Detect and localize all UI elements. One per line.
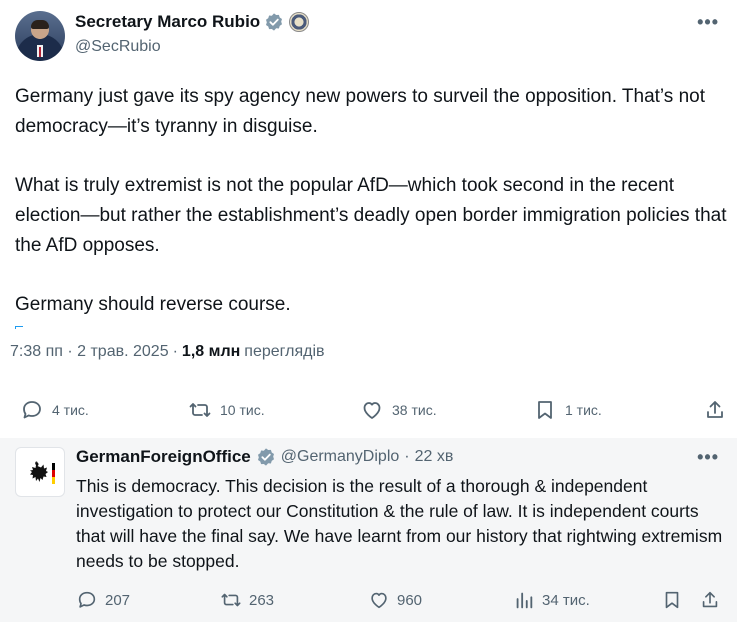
tweet-paragraph: Germany just gave its spy agency new pow… (15, 86, 705, 137)
share-button[interactable] (699, 589, 721, 611)
bookmark-button[interactable] (661, 589, 683, 611)
bookmark-button[interactable]: 1 тис. (533, 398, 602, 422)
more-icon[interactable]: ••• (697, 447, 719, 468)
share-button[interactable] (703, 398, 727, 422)
reply-icon (78, 591, 96, 608)
views-button[interactable]: 34 тис. (513, 589, 590, 611)
like-icon (371, 592, 387, 609)
like-count: 38 тис. (392, 402, 437, 418)
author-handle[interactable]: @SecRubio (75, 38, 161, 56)
avatar-tie (39, 47, 41, 57)
views-label: переглядів (244, 343, 325, 360)
views-count: 34 тис. (542, 591, 590, 609)
share-icon (702, 591, 718, 608)
author-name-row: Secretary Marco Rubio (75, 12, 310, 32)
author-display-name[interactable]: Secretary Marco Rubio (75, 12, 260, 32)
repost-count: 10 тис. (220, 402, 265, 418)
tweet-paragraph: What is truly extremist is not the popul… (15, 175, 727, 256)
reply-display-name[interactable]: GermanForeignOffice (76, 447, 251, 467)
repost-icon (221, 593, 241, 607)
reply-text: This is democracy. This decision is the … (76, 476, 723, 571)
reply-author-row: GermanForeignOffice @GermanyDiplo · 22 х… (76, 447, 453, 467)
reply-time[interactable]: 22 хв (415, 448, 454, 466)
repost-button[interactable]: 263 (220, 589, 274, 611)
reply-count: 207 (105, 591, 131, 609)
reply-button[interactable]: 4 тис. (20, 398, 89, 422)
reply-icon (23, 401, 41, 419)
reply-separator: · (404, 448, 410, 465)
more-icon[interactable]: ••• (697, 12, 719, 33)
avatar[interactable] (15, 11, 65, 61)
like-button[interactable]: 960 (368, 589, 422, 611)
avatar-hair (31, 20, 49, 29)
repost-icon (189, 403, 211, 417)
reply-avatar[interactable] (15, 447, 65, 497)
views-count: 1,8 млн (181, 343, 241, 360)
bookmark-icon (665, 591, 679, 609)
like-icon (363, 402, 381, 419)
eagle-icon (30, 461, 55, 484)
repost-button[interactable]: 10 тис. (188, 398, 265, 422)
tweet-timestamp[interactable]: 7:38 пп · 2 трав. 2025 (10, 343, 169, 361)
meta-separator: · (172, 343, 178, 360)
reply-tweet: GermanForeignOffice @GermanyDiplo · 22 х… (0, 438, 737, 622)
main-tweet: Secretary Marco Rubio @SecRubio ••• Germ… (0, 0, 737, 438)
text-caret-mark (15, 326, 23, 329)
tweet-paragraph: Germany should reverse course. (15, 294, 291, 315)
share-icon (707, 401, 723, 418)
reply-button[interactable]: 207 (76, 589, 130, 611)
tweet-text: Germany just gave its spy agency new pow… (15, 82, 727, 320)
government-seal-icon[interactable] (289, 12, 310, 32)
tweet-meta: 7:38 пп · 2 трав. 2025 · 1,8 млн перегля… (10, 343, 325, 361)
views-icon (516, 592, 533, 609)
reply-actions: 207 263 960 34 тис. (0, 589, 737, 617)
repost-count: 263 (249, 591, 275, 609)
like-button[interactable]: 38 тис. (360, 398, 437, 422)
bookmark-icon (538, 401, 552, 419)
like-count: 960 (397, 591, 423, 609)
verified-badge-icon[interactable] (256, 447, 276, 467)
reply-handle[interactable]: @GermanyDiplo (281, 448, 400, 466)
verified-badge-icon[interactable] (264, 12, 284, 32)
tweet-actions: 4 тис. 10 тис. 38 тис. 1 тис. (0, 398, 737, 434)
reply-count: 4 тис. (52, 402, 89, 418)
bookmark-count: 1 тис. (565, 402, 602, 418)
